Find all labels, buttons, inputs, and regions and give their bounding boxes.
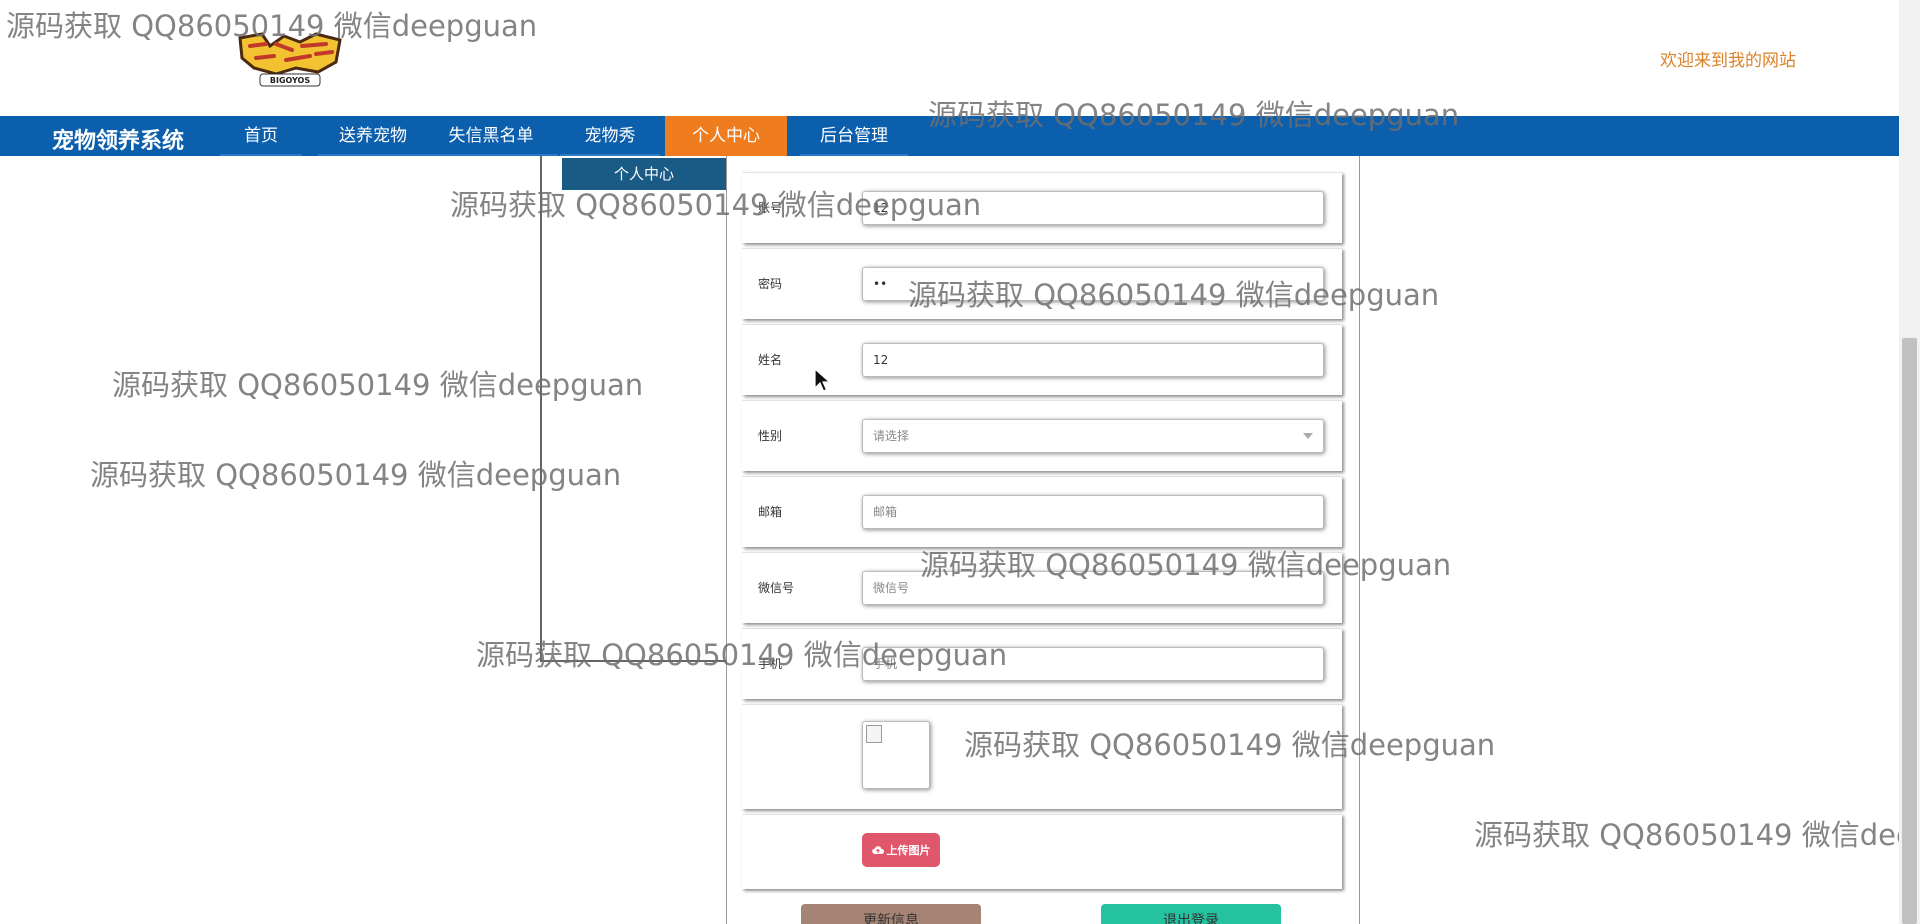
upload-image-button[interactable]: 上传图片 <box>862 833 940 867</box>
form-row-email: 邮箱 邮箱 <box>742 476 1342 547</box>
nav-rehome-pet[interactable]: 送养宠物 <box>318 116 428 156</box>
logo-text: BIGOYOS <box>270 76 310 85</box>
sidebar-item-personal-center[interactable]: 个人中心 <box>562 158 726 190</box>
form-row-phone: 手机 手机 <box>742 628 1342 699</box>
nav-personal-center[interactable]: 个人中心 <box>665 116 787 156</box>
cloud-upload-icon <box>871 846 884 855</box>
page-scrollbar[interactable] <box>1899 0 1920 924</box>
watermark-text: 源码获取 QQ86050149 微信deepguan <box>1474 818 1899 852</box>
form-row-account: 账号 12 <box>742 172 1342 243</box>
welcome-text: 欢迎来到我的网站 <box>1660 51 1796 71</box>
upload-image-label: 上传图片 <box>886 844 931 857</box>
wechat-label: 微信号 <box>758 581 795 595</box>
page: BIGOYOS 欢迎来到我的网站 宠物领养系统 首页 送养宠物 失信黑名单 宠物… <box>0 0 1899 924</box>
password-label: 密码 <box>758 277 783 291</box>
nav-blacklist[interactable]: 失信黑名单 <box>424 116 558 156</box>
gender-select[interactable]: 请选择 <box>862 419 1324 453</box>
nav-pet-show[interactable]: 宠物秀 <box>560 116 660 156</box>
phone-input[interactable]: 手机 <box>862 647 1324 681</box>
wechat-input[interactable]: 微信号 <box>862 571 1324 605</box>
gender-select-value: 请选择 <box>873 429 910 443</box>
phone-label: 手机 <box>758 657 783 671</box>
update-info-button[interactable]: 更新信息 <box>801 904 981 924</box>
account-label: 账号 <box>758 201 783 215</box>
password-input[interactable]: •• <box>862 267 1324 301</box>
scrollbar-thumb[interactable] <box>1902 338 1917 924</box>
nav-home[interactable]: 首页 <box>220 116 302 156</box>
form-row-name: 姓名 12 <box>742 324 1342 395</box>
sidebar-panel <box>540 156 726 662</box>
email-input[interactable]: 邮箱 <box>862 495 1324 529</box>
chevron-down-icon <box>1303 433 1313 439</box>
form-row-avatar <box>742 704 1342 809</box>
email-label: 邮箱 <box>758 505 783 519</box>
mouse-pointer-icon <box>814 368 832 392</box>
form-row-upload: 上传图片 <box>742 814 1342 889</box>
form-row-password: 密码 •• <box>742 248 1342 319</box>
form-row-wechat: 微信号 微信号 <box>742 552 1342 623</box>
broken-image-icon <box>866 725 882 743</box>
logout-button[interactable]: 退出登录 <box>1101 904 1281 924</box>
account-input[interactable]: 12 <box>862 191 1324 225</box>
nav-admin[interactable]: 后台管理 <box>800 116 908 156</box>
gender-label: 性别 <box>758 429 783 443</box>
form-row-gender: 性别 请选择 <box>742 400 1342 471</box>
avatar-image <box>862 721 930 789</box>
top-navbar: 宠物领养系统 首页 送养宠物 失信黑名单 宠物秀 个人中心 后台管理 <box>0 116 1899 156</box>
site-logo: BIGOYOS <box>238 32 342 87</box>
name-input[interactable]: 12 <box>862 343 1324 377</box>
name-label: 姓名 <box>758 353 783 367</box>
brand-title: 宠物领养系统 <box>52 129 185 154</box>
